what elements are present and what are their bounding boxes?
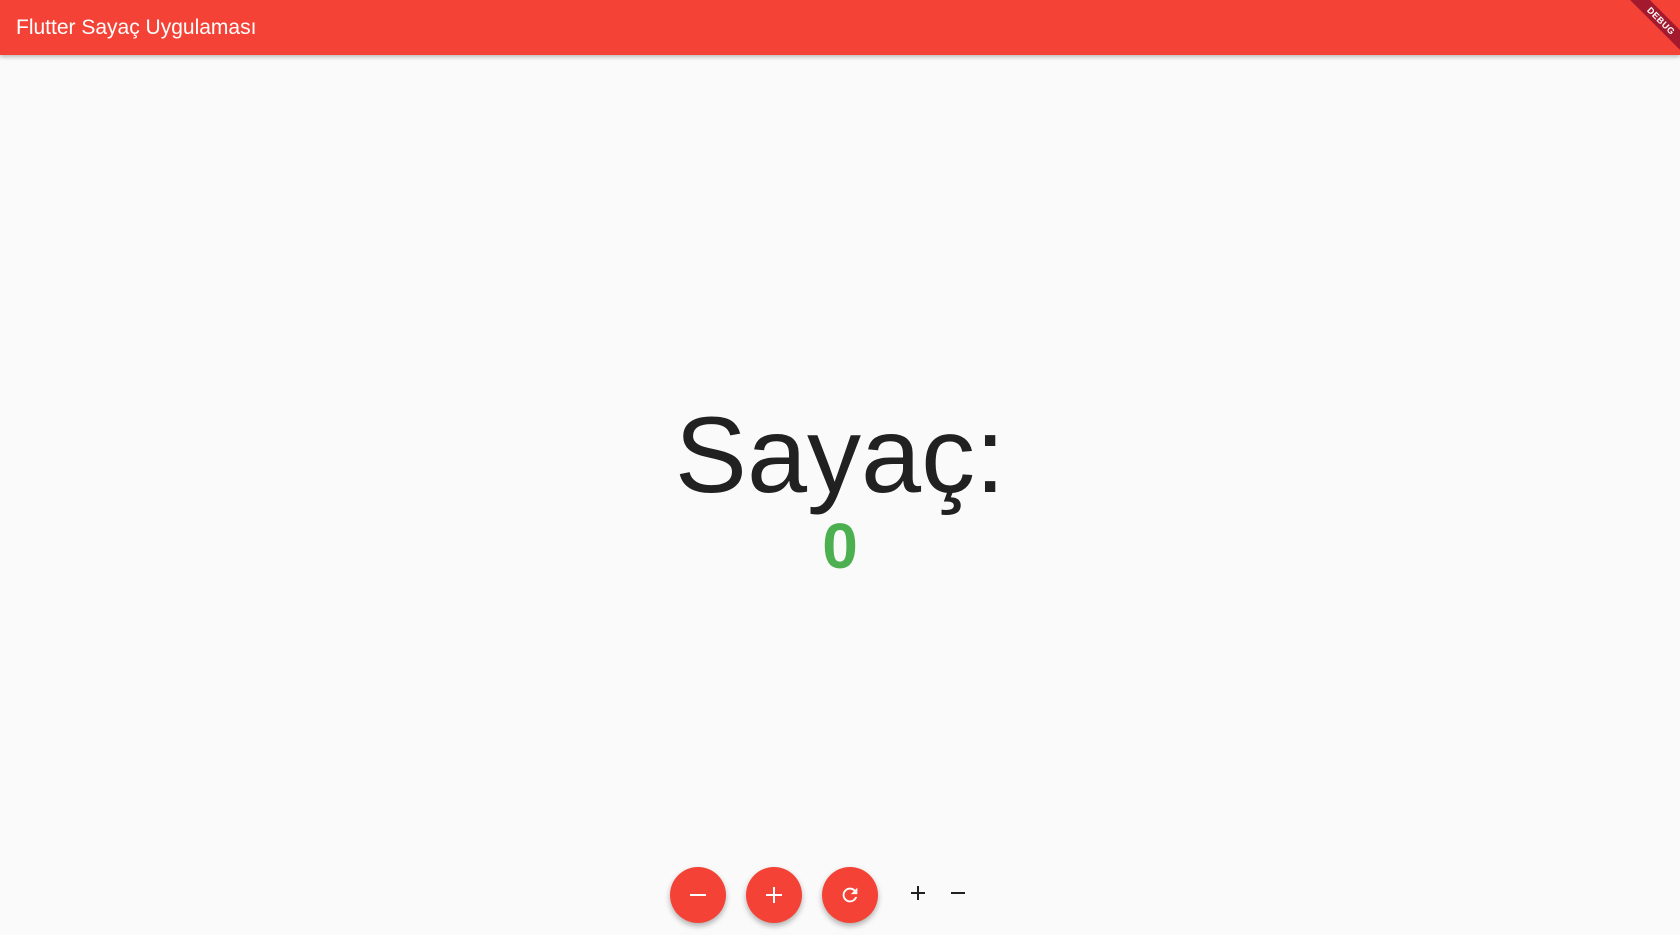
app-window: Flutter Sayaç Uygulaması DEBUG Sayaç: 0 [0,0,1680,935]
increment-button[interactable] [746,867,802,923]
reset-button[interactable] [822,867,878,923]
counter-label: Sayaç: [674,394,1006,515]
decrement-button[interactable] [670,867,726,923]
plus-icon [910,885,926,906]
small-increment-button[interactable] [903,878,933,912]
debug-banner: DEBUG [1620,0,1680,60]
plus-icon [765,886,783,904]
minus-icon [689,886,707,904]
app-bar: Flutter Sayaç Uygulaması [0,0,1680,55]
minus-icon [950,885,966,906]
app-title: Flutter Sayaç Uygulaması [16,16,257,39]
counter-display: Sayaç: 0 [0,395,1680,583]
debug-label: DEBUG [1624,0,1680,58]
small-decrement-button[interactable] [943,878,973,912]
counter-value: 0 [822,510,858,582]
refresh-icon [839,884,861,906]
